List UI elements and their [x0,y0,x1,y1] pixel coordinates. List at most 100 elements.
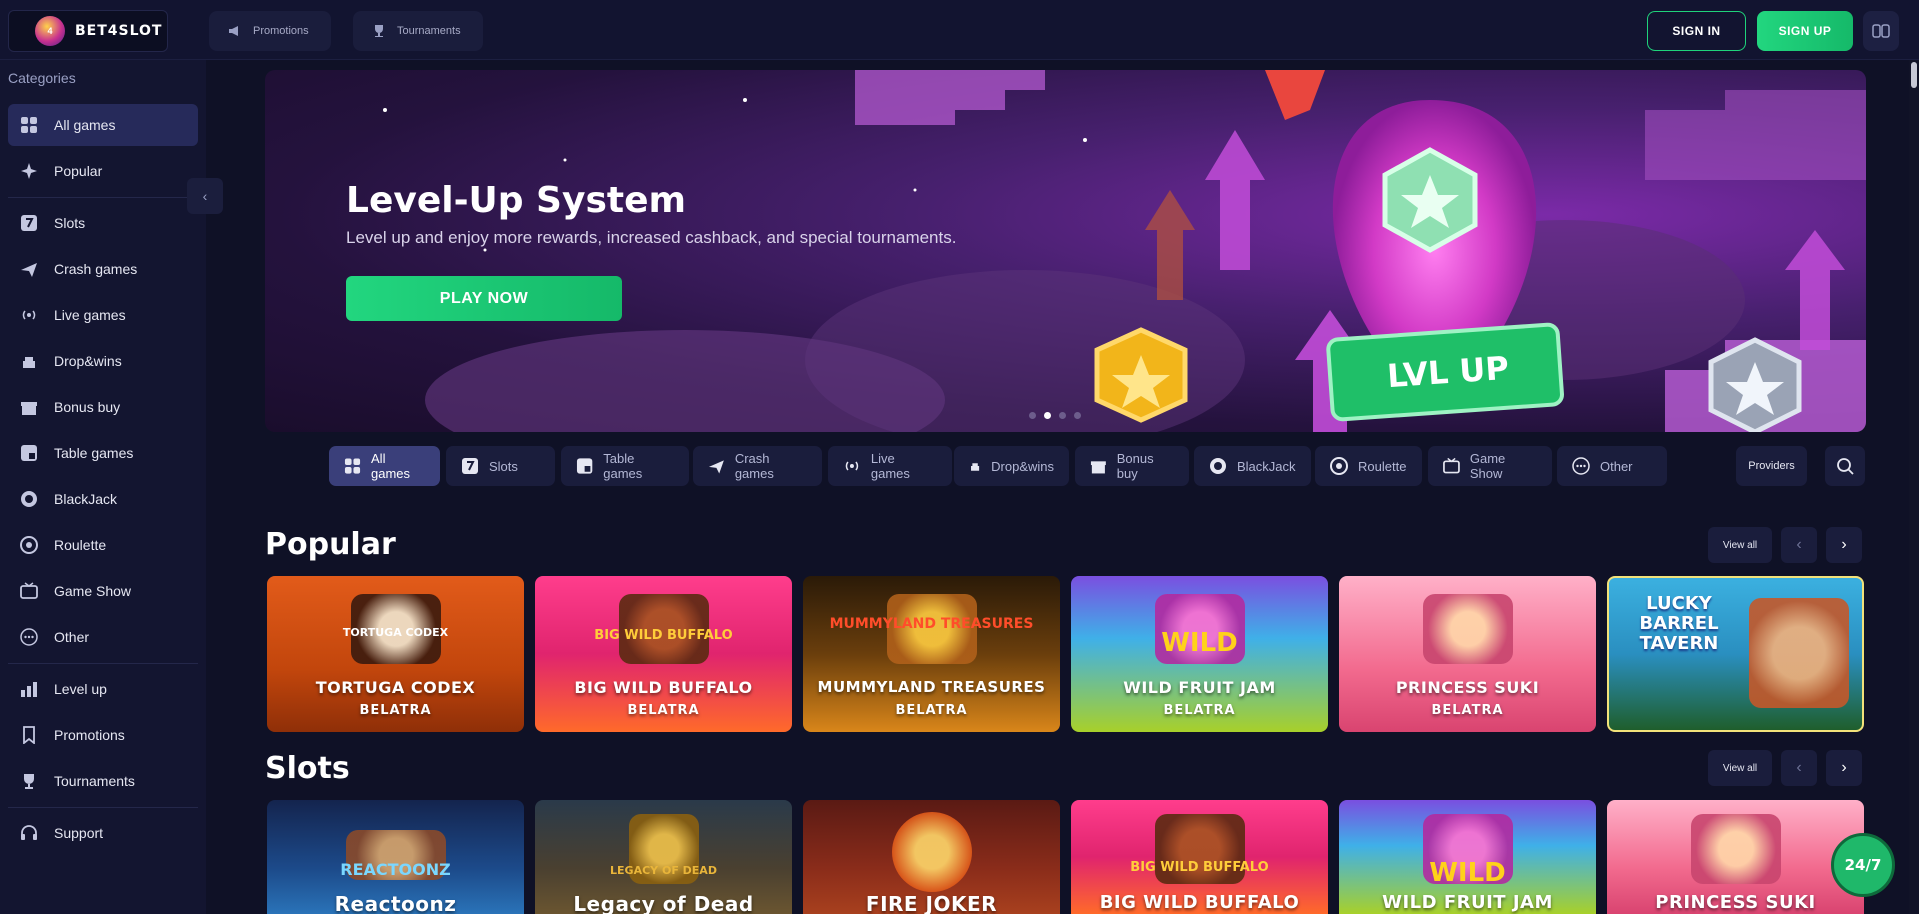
game-card-princess-suki-slots[interactable]: PRINCESS SUKI [1607,800,1864,914]
play-now-button[interactable]: PLAY NOW [346,276,622,321]
sidebar-item-bonus-buy[interactable]: Bonus buy [8,386,198,428]
dice-icon [21,445,37,461]
tab-roulette[interactable]: Roulette [1315,446,1422,486]
sidebar-item-label: Game Show [54,583,132,599]
tab-slots[interactable]: Slots [446,446,555,486]
slots-next-button[interactable]: › [1826,750,1862,786]
game-card-fire-joker[interactable]: FIRE JOKER [803,800,1060,914]
carousel-dot[interactable] [1059,412,1066,419]
live-support-button[interactable]: 24/7 [1831,833,1895,897]
sidebar-item-label: Roulette [54,537,107,553]
sidebar-item-table-games[interactable]: Table games [8,432,198,474]
sidebar-item-crash-games[interactable]: Crash games [8,248,198,290]
translate-icon [1872,24,1890,38]
tab-game-show[interactable]: Game Show [1428,446,1552,486]
slots-view-all-button[interactable]: View all [1708,750,1772,786]
game-card-mummyland-treasures[interactable]: MUMMYLAND TREASURES MUMMYLAND TREASURES … [803,576,1060,732]
sidebar-item-drop-wins[interactable]: Drop&wins [8,340,198,382]
tab-other[interactable]: Other [1557,446,1667,486]
tab-crash-games[interactable]: Crash games [693,446,822,486]
slots-prev-button[interactable]: ‹ [1781,750,1817,786]
game-title: MUMMYLAND TREASURES [817,678,1046,696]
carousel-dot-active[interactable] [1044,412,1051,419]
game-title: PRINCESS SUKI [1655,892,1816,913]
section-title-slots: Slots [265,751,350,786]
game-card-big-wild-buffalo-slots[interactable]: BIG WILD BUFFALO BIG WILD BUFFALO [1071,800,1328,914]
section-title-popular: Popular [265,527,396,562]
game-title: PRINCESS SUKI [1395,678,1540,697]
promo-banner[interactable]: LVL UP Level-Up System Level up and enjo… [265,70,1866,432]
game-card-princess-suki[interactable]: PRINCESS SUKI BELATRA [1339,576,1596,732]
dice-icon [576,458,593,474]
tab-bonus-buy[interactable]: Bonus buy [1075,446,1189,486]
game-card-tortuga-codex[interactable]: TORTUGA CODEX TORTUGA CODEX BELATRA [267,576,524,732]
sidebar-item-live-games[interactable]: Live games [8,294,198,336]
popular-view-all-button[interactable]: View all [1708,527,1772,563]
sidebar-item-label: Slots [54,215,86,231]
sidebar-item-other[interactable]: Other [8,616,198,658]
popular-prev-button[interactable]: ‹ [1781,527,1817,563]
tab-label: Game Show [1469,451,1506,481]
tab-blackjack[interactable]: BlackJack [1194,446,1311,486]
sidebar-divider [8,807,198,808]
game-art [1748,598,1849,708]
sidebar-item-level-up[interactable]: Level up [8,668,198,710]
collapse-sidebar-button[interactable]: ‹ [187,178,223,214]
carousel-dot[interactable] [1029,412,1036,419]
sidebar-item-label: Popular [54,163,103,179]
trophy-icon [24,774,34,789]
tab-label: Table games [603,451,643,481]
header-tournaments-button[interactable]: Tournaments [353,11,483,51]
plane-icon [708,460,724,474]
roulette-icon [1330,457,1348,475]
sidebar-item-label: Support [54,825,104,841]
scrollbar-thumb[interactable] [1911,62,1917,88]
sign-up-button[interactable]: SIGN UP [1757,11,1853,51]
game-card-big-wild-buffalo[interactable]: BIG WILD BUFFALO BIG WILD BUFFALO BELATR… [535,576,792,732]
game-provider: BELATRA [1163,703,1236,718]
game-provider: BELATRA [627,703,700,718]
site-logo[interactable]: 4 BET4SLOT [8,10,168,52]
popular-next-button[interactable]: › [1826,527,1862,563]
sidebar-item-label: Other [54,629,90,645]
game-logo-text: LUCKY BARREL TAVERN [1639,593,1719,654]
carousel-dot[interactable] [1074,412,1081,419]
game-card-reactoonz[interactable]: REACTOONZ Reactoonz [267,800,524,914]
drop-icon [971,463,980,471]
sidebar-item-slots[interactable]: Slots [8,202,198,244]
sidebar-divider [8,197,198,198]
seven-icon [21,215,37,231]
sidebar-item-game-show[interactable]: Game Show [8,570,198,612]
providers-button[interactable]: Providers [1736,446,1807,486]
language-button[interactable] [1863,11,1899,51]
gift-icon [1090,461,1106,474]
megaphone-icon [229,26,238,36]
tab-drop-wins[interactable]: Drop&wins [954,446,1069,486]
game-card-legacy-of-dead[interactable]: LEGACY OF DEAD Legacy of Dead [535,800,792,914]
game-provider: BELATRA [359,703,432,718]
game-logo-text: REACTOONZ [340,860,451,879]
tab-all-games[interactable]: All games [329,446,440,486]
sidebar-item-blackjack[interactable]: BlackJack [8,478,198,520]
game-card-wild-fruit-jam-slots[interactable]: WILD WILD FRUIT JAM [1339,800,1596,914]
game-card-wild-fruit-jam[interactable]: WILD WILD FRUIT JAM BELATRA [1071,576,1328,732]
search-button[interactable] [1825,446,1865,486]
plane-icon [21,263,37,277]
page-scrollbar[interactable] [1909,60,1919,914]
game-title: FIRE JOKER [865,892,998,914]
sidebar-item-label: Promotions [54,727,125,743]
sidebar-item-support[interactable]: Support [8,812,198,854]
sign-in-button[interactable]: SIGN IN [1647,11,1746,51]
sidebar-item-tournaments[interactable]: Tournaments [8,760,198,802]
tab-table-games[interactable]: Table games [561,446,689,486]
gift-icon [21,402,37,415]
sidebar-item-all-games[interactable]: All games [8,104,198,146]
sidebar-item-promotions[interactable]: Promotions [8,714,198,756]
tab-live-games[interactable]: Live games [828,446,952,486]
game-title: Legacy of Dead [573,892,754,914]
game-card-lucky-barrel-tavern[interactable]: LUCKY BARREL TAVERN [1607,576,1864,732]
sidebar-item-roulette[interactable]: Roulette [8,524,198,566]
header-promotions-button[interactable]: Promotions [209,11,331,51]
sidebar-item-popular[interactable]: Popular [8,150,198,192]
tab-label: BlackJack [1237,458,1296,474]
